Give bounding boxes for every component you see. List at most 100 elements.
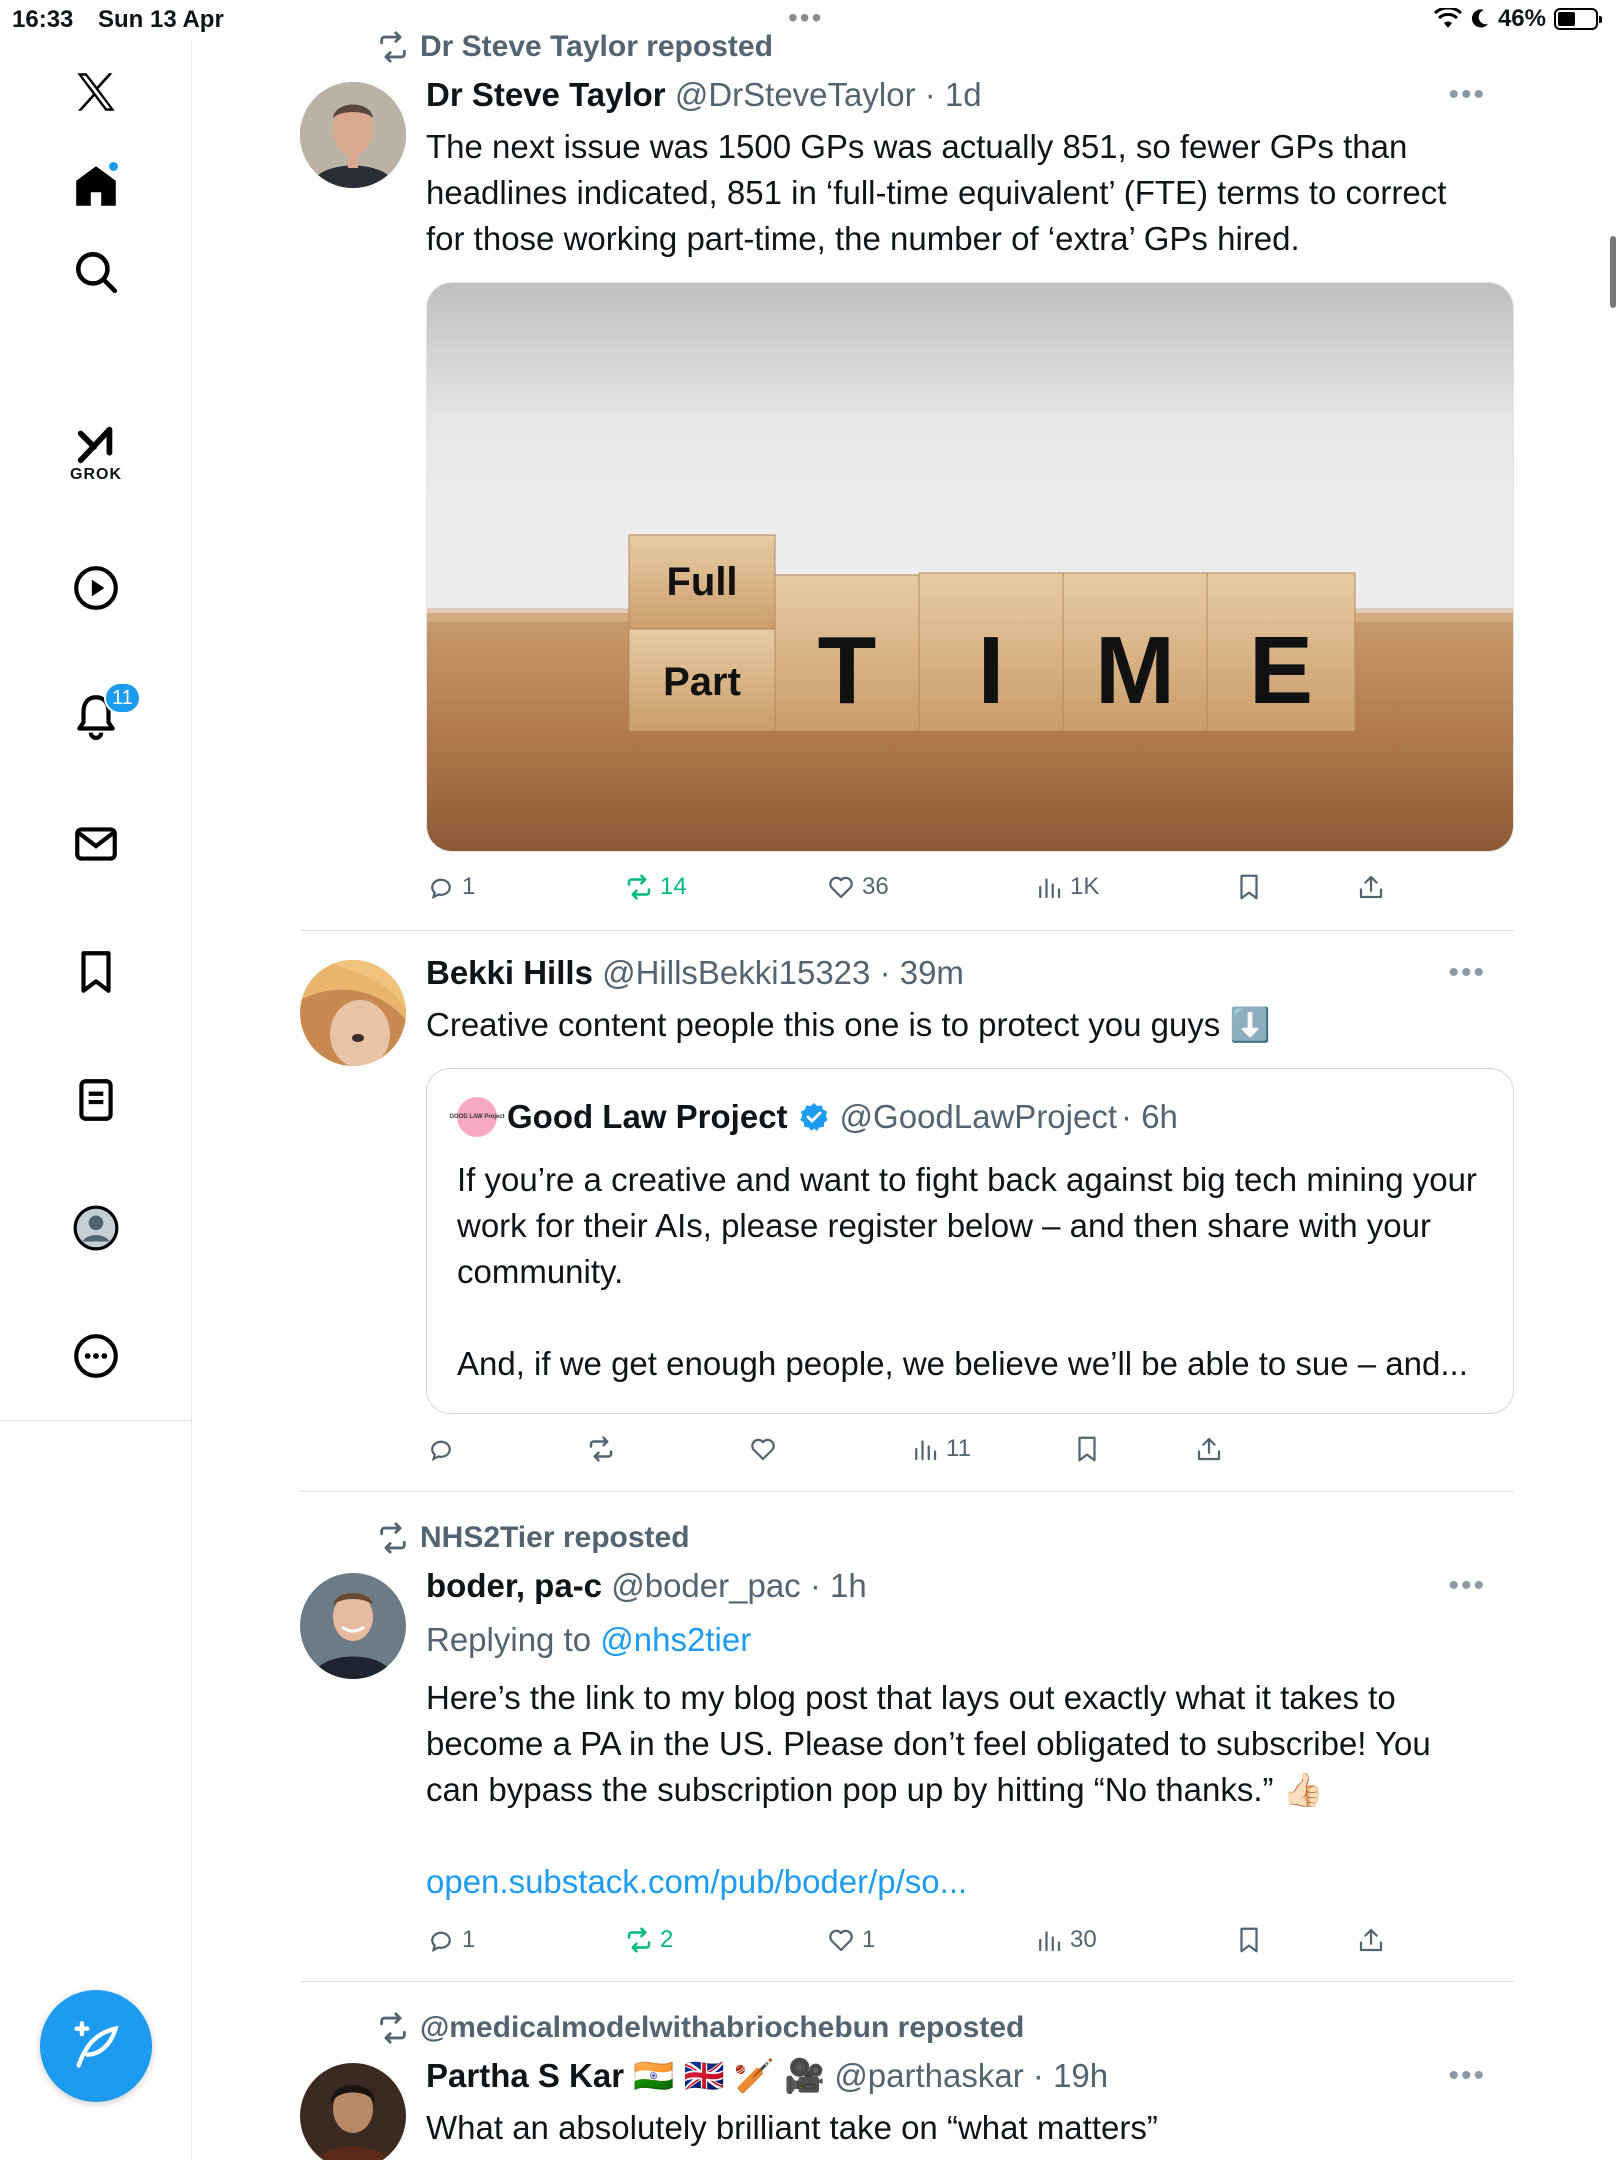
tweet-divider	[300, 1981, 1514, 1982]
tweet-text: What an absolutely brilliant take on “wh…	[426, 2109, 1158, 2146]
status-bar: 16:33 Sun 13 Apr ••• 46%	[0, 0, 1620, 40]
feed-scrollbar[interactable]	[1610, 236, 1616, 308]
bookmark-button[interactable]	[1234, 872, 1264, 902]
repost-context: NHS2Tier reposted	[376, 1521, 690, 1555]
quoted-avatar[interactable]: GOOD LAW Project	[449, 1097, 505, 1137]
grok-icon[interactable]: GROK	[66, 422, 126, 502]
repost-button[interactable]: 14	[624, 872, 687, 902]
reply-button[interactable]: 1	[426, 872, 475, 902]
repost-icon	[627, 1927, 651, 1953]
avatar[interactable]	[300, 960, 406, 1066]
tweet-link[interactable]: open.substack.com/pub/boder/p/so...	[426, 1859, 1486, 1905]
home-icon[interactable]	[66, 156, 126, 216]
share-button[interactable]	[1356, 872, 1386, 902]
author-name[interactable]: Partha S Kar	[426, 2057, 624, 2094]
views-button[interactable]: 1K	[1034, 872, 1099, 902]
notifications-icon[interactable]: 11	[66, 682, 141, 746]
tweet-actions: 1 14 36 1K	[426, 872, 1426, 912]
tweet-header: Bekki Hills @HillsBekki15323 · 39m	[426, 954, 964, 992]
avatar[interactable]	[300, 1573, 406, 1679]
author-handle[interactable]: @DrSteveTaylor	[675, 76, 916, 113]
search-icon[interactable]	[66, 242, 126, 302]
quoted-avatar-text: GOOD LAW Project	[449, 1113, 505, 1120]
repost-button[interactable]: 2	[624, 1925, 673, 1955]
views-count: 30	[1070, 1926, 1097, 1953]
like-button[interactable]: 36	[826, 872, 889, 902]
image-word-full: Full	[666, 560, 737, 604]
like-count: 36	[862, 873, 889, 900]
repost-icon	[589, 1436, 613, 1462]
bookmark-button[interactable]	[1072, 1434, 1102, 1464]
multitasking-dots-icon[interactable]: •••	[788, 2, 823, 34]
quoted-author-name: Good Law Project	[507, 1098, 788, 1135]
reply-button[interactable]: 1	[426, 1925, 475, 1955]
verified-badge-icon	[799, 1103, 828, 1131]
bookmark-icon	[1240, 874, 1258, 900]
bookmarks-icon[interactable]	[66, 942, 126, 1002]
quoted-tweet-header: GOOD LAW Project Good Law Project @GoodL…	[449, 1097, 1178, 1137]
quoted-author-handle: @GoodLawProject	[839, 1098, 1118, 1135]
repost-button[interactable]	[586, 1434, 616, 1464]
moon-icon	[1471, 9, 1488, 28]
quoted-post-time: · 6h	[1121, 1098, 1178, 1135]
more-options-icon[interactable]: •••	[1448, 2059, 1486, 2093]
home-notification-dot	[107, 160, 120, 173]
share-button[interactable]	[1194, 1434, 1224, 1464]
reply-button[interactable]	[426, 1434, 456, 1464]
image-letter: T	[818, 617, 877, 724]
post-time[interactable]: · 19h	[1033, 2057, 1108, 2094]
author-handle[interactable]: @HillsBekki15323	[602, 954, 870, 991]
more-options-icon[interactable]: •••	[1448, 78, 1486, 112]
repost-count: 14	[660, 873, 687, 900]
profile-icon[interactable]	[66, 1198, 126, 1258]
replying-to-prefix: Replying to	[426, 1621, 592, 1658]
post-time[interactable]: · 1h	[810, 1567, 867, 1604]
lists-icon[interactable]	[66, 1070, 126, 1130]
tweet-header: Partha S Kar 🇮🇳 🇬🇧 🏏 🎥 @parthaskar · 19h	[426, 2057, 1108, 2096]
author-name[interactable]: Bekki Hills	[426, 954, 593, 991]
heart-icon	[829, 876, 853, 899]
author-name[interactable]: boder, pa-c	[426, 1567, 602, 1604]
compose-feather-icon	[74, 2021, 119, 2068]
video-icon[interactable]	[66, 558, 126, 618]
views-icon	[1039, 1931, 1061, 1952]
heart-icon	[751, 1438, 775, 1461]
more-options-icon[interactable]: •••	[1448, 956, 1486, 990]
compose-post-button[interactable]	[40, 1990, 152, 2102]
quoted-tweet[interactable]: GOOD LAW Project Good Law Project @GoodL…	[426, 1068, 1514, 1414]
share-button[interactable]	[1356, 1925, 1386, 1955]
views-button[interactable]: 30	[1034, 1925, 1097, 1955]
wifi-icon	[1433, 8, 1462, 28]
avatar[interactable]	[300, 82, 406, 188]
author-name[interactable]: Dr Steve Taylor	[426, 76, 666, 113]
more-options-icon[interactable]: •••	[1448, 1569, 1486, 1603]
down-arrow-emoji: ⬇️	[1229, 1006, 1271, 1043]
repost-icon	[380, 2012, 406, 2044]
post-time[interactable]: · 39m	[880, 954, 964, 991]
post-time[interactable]: · 1d	[925, 76, 982, 113]
battery-icon	[1554, 8, 1602, 30]
repost-context: Dr Steve Taylor reposted	[376, 30, 773, 64]
replying-to-handle[interactable]: @nhs2tier	[600, 1621, 751, 1658]
avatar[interactable]	[300, 2063, 406, 2160]
bookmark-button[interactable]	[1234, 1925, 1264, 1955]
repost-icon	[380, 1522, 406, 1554]
messages-icon[interactable]	[66, 814, 126, 874]
author-handle[interactable]: @parthaskar	[834, 2057, 1023, 2094]
tweet-actions: 1 2 1 30	[426, 1925, 1426, 1965]
tweet-divider	[300, 930, 1514, 931]
repost-by: NHS2Tier reposted	[420, 1521, 690, 1554]
author-handle[interactable]: @boder_pac	[611, 1567, 800, 1604]
like-button[interactable]	[748, 1434, 778, 1464]
views-button[interactable]: 11	[910, 1434, 971, 1464]
reply-icon	[431, 1931, 451, 1953]
tweet-image[interactable]: Full Part T I M E	[426, 282, 1514, 852]
sidebar: GROK 11	[0, 40, 192, 2160]
x-logo-icon[interactable]	[66, 62, 126, 122]
more-icon[interactable]	[66, 1326, 126, 1386]
author-name-emoji: 🇮🇳 🇬🇧 🏏 🎥	[633, 2057, 826, 2094]
tweet-header: Dr Steve Taylor @DrSteveTaylor · 1d	[426, 76, 982, 114]
like-button[interactable]: 1	[826, 1925, 875, 1955]
status-time: 16:33	[12, 6, 74, 33]
quoted-text-paragraph: If you’re a creative and want to fight b…	[457, 1161, 1477, 1290]
